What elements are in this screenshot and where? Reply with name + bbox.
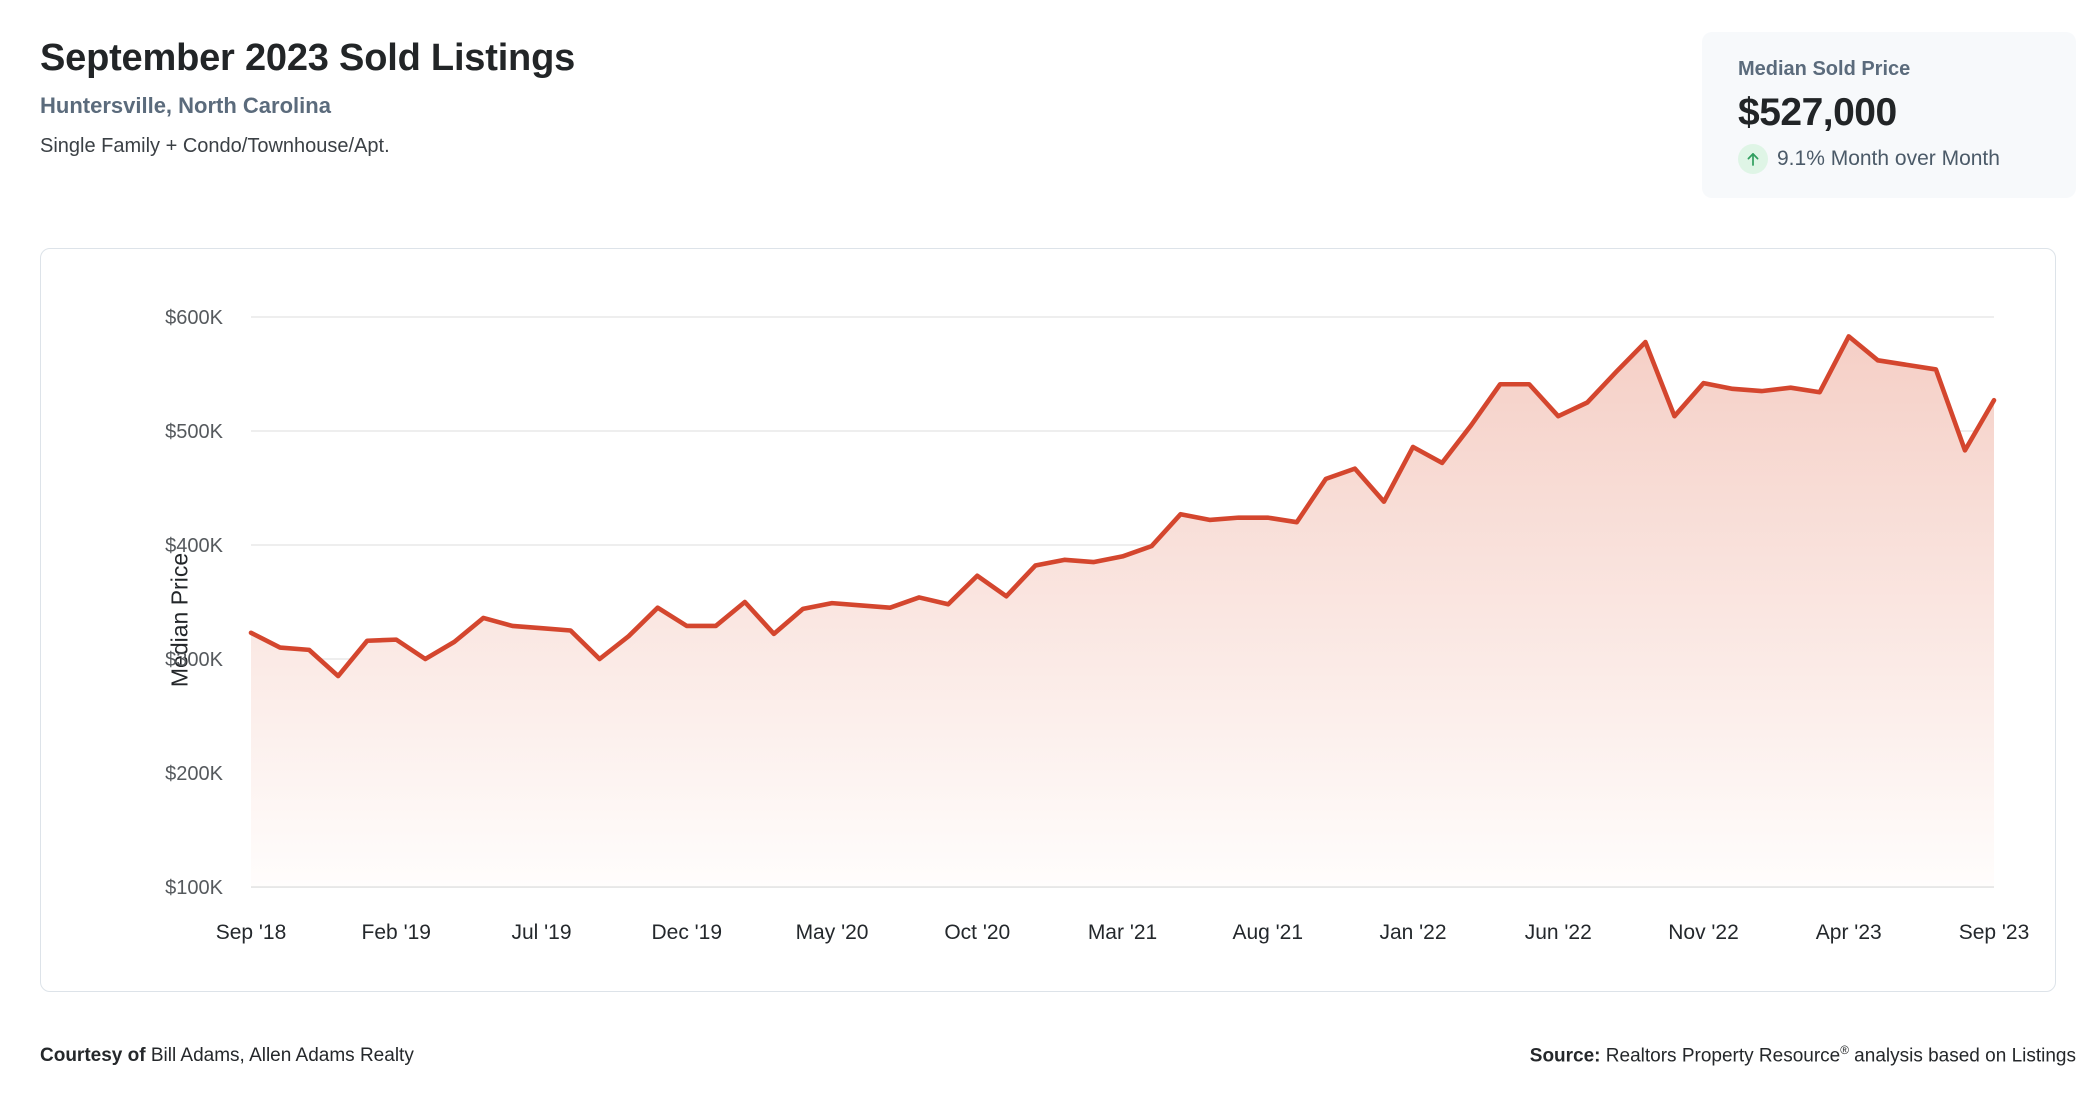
stat-card-value: $527,000 [1738,91,1897,134]
area-fill [251,336,1994,887]
y-tick-label: $600K [165,307,223,329]
x-tick-labels: Sep '18 Feb '19 Jul '19 Dec '19 May '20 Oct '… [216,921,2030,944]
footer-source-label: Source: [1529,1045,1601,1067]
registered-mark: ® [1840,1043,1849,1057]
x-tick-label: May '20 [796,921,869,944]
x-tick-label: Aug '21 [1232,921,1303,944]
chart-card: Median Price $600K $500K $400K $300K $200K $1… [40,248,2056,992]
x-tick-label: Oct '20 [944,921,1010,944]
footer-source-value-pre: Realtors Property Resource [1605,1045,1841,1067]
x-tick-label: Sep '18 [216,921,287,944]
x-tick-label: Mar '21 [1088,921,1157,944]
footer-courtesy: Courtesy of Bill Adams, Allen Adams Real… [40,1045,414,1068]
y-tick-label: $400K [165,535,223,557]
stat-card-change: 9.1% Month over Month [1738,143,2046,174]
x-tick-label: Feb '19 [362,921,431,944]
x-tick-label: Jun '22 [1525,921,1592,944]
arrow-up-icon [1738,143,1768,174]
chart-inner: Median Price $600K $500K $400K $300K $200K $1… [41,249,2055,991]
y-tick-label: $200K [165,763,223,785]
median-sold-price-card: Median Sold Price $527,000 9.1% Month ov… [1702,32,2076,198]
y-tick-label: $300K [165,649,223,671]
x-tick-label: Jan '22 [1379,921,1446,944]
y-tick-label: $100K [165,877,223,899]
page-title: September 2023 Sold Listings [40,37,576,79]
median-price-area-chart: $600K $500K $400K $300K $200K $100K Sep '18 Feb… [165,307,2030,944]
stat-card-change-text: 9.1% Month over Month [1777,147,2000,171]
footer-courtesy-label: Courtesy of [40,1045,146,1067]
x-tick-label: Apr '23 [1816,921,1882,944]
stat-card-label: Median Sold Price [1738,58,1911,80]
y-tick-label: $500K [165,421,223,443]
x-tick-label: Sep '23 [1959,921,2030,944]
x-tick-label: Jul '19 [511,921,571,944]
x-tick-label: Dec '19 [651,921,722,944]
footer-source: Source: Realtors Property Resource® anal… [1530,1044,2076,1068]
property-types-text: Single Family + Condo/Townhouse/Apt. [40,134,390,157]
location-subtitle: Huntersville, North Carolina [40,92,331,118]
x-tick-label: Nov '22 [1668,921,1739,944]
footer-courtesy-value: Bill Adams, Allen Adams Realty [150,1045,414,1067]
footer-source-value-post: analysis based on Listings [1848,1045,2076,1067]
page-header: September 2023 Sold Listings Huntersvill… [40,37,1640,157]
